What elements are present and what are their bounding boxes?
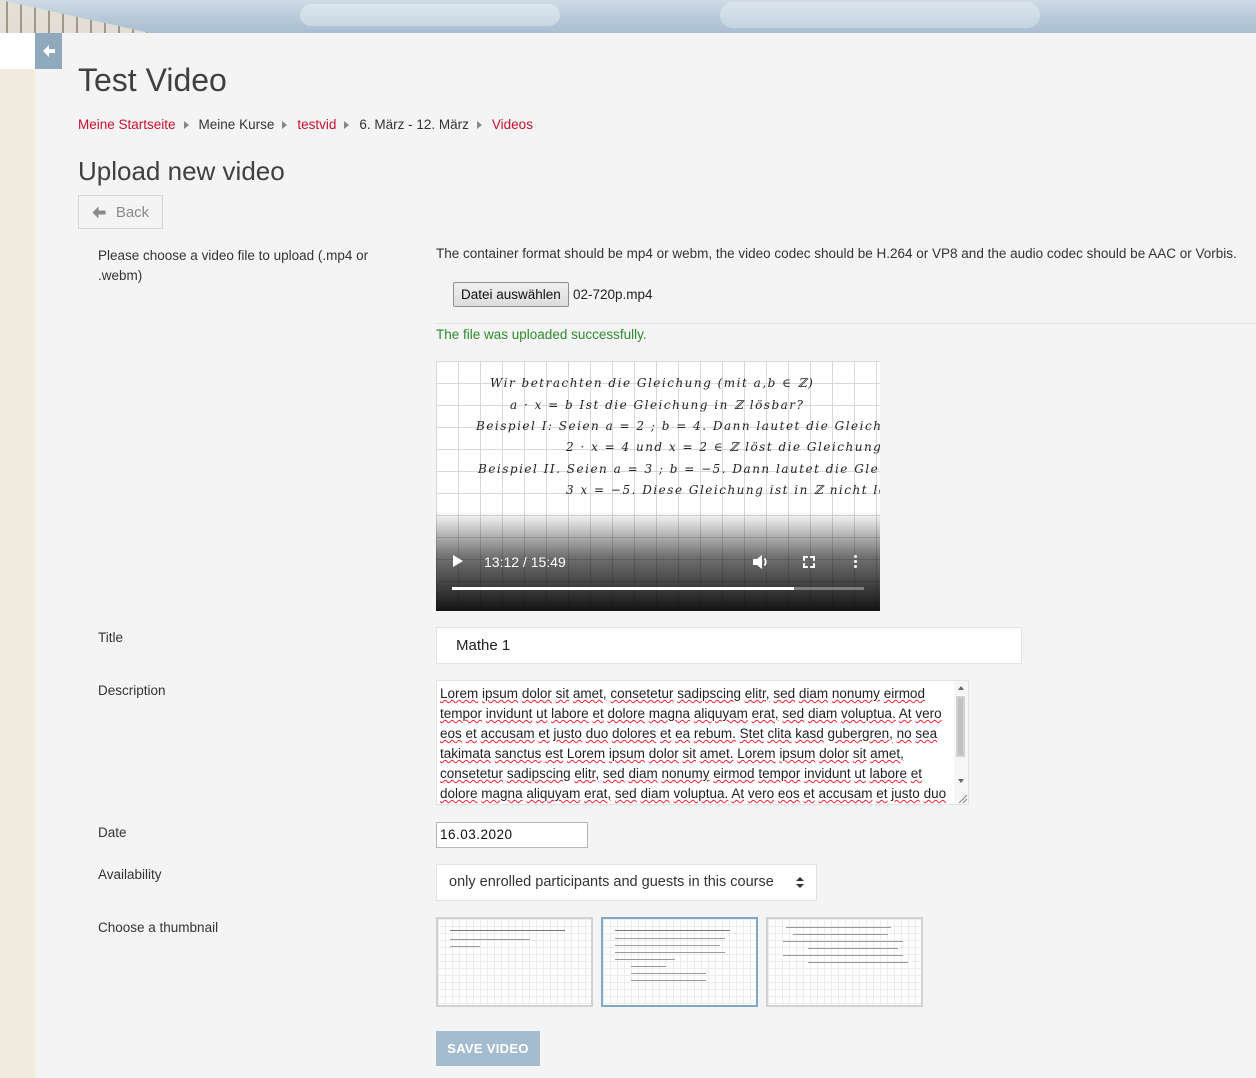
video-progress-fill <box>452 587 794 590</box>
availability-label: Availability <box>98 867 162 882</box>
breadcrumb-separator-icon <box>476 120 482 129</box>
more-options-icon[interactable] <box>854 555 857 570</box>
scroll-down-icon[interactable] <box>958 779 964 783</box>
section-title: Upload new video <box>78 156 285 186</box>
banner-building-image <box>0 0 150 33</box>
video-text-line: 2 · x = 4 und x = 2 ∈ ℤ löst die Gleichu… <box>566 440 880 454</box>
description-textarea[interactable]: Lorem ipsum dolor sit amet, consetetur s… <box>436 680 969 805</box>
sidebar-collapse-button[interactable] <box>35 33 62 69</box>
breadcrumb-separator-icon <box>282 120 288 129</box>
upload-label: Please choose a video file to upload (.m… <box>98 248 369 283</box>
upload-hint: The container format should be mp4 or we… <box>436 246 1237 261</box>
video-frame-content: Wir betrachten die Gleichung (mit a,b ∈ … <box>436 361 880 511</box>
video-text-line: Beispiel II. Seien a = 3 ; b = −5. Dann … <box>478 462 880 476</box>
video-time: 13:12 / 15:49 <box>484 554 566 570</box>
header-banner <box>0 0 1256 33</box>
banner-cloud <box>720 2 1040 28</box>
video-text-line: Wir betrachten die Gleichung (mit a,b ∈ … <box>490 376 815 390</box>
availability-selected-value: only enrolled participants and guests in… <box>449 874 774 890</box>
video-text-line: a · x = b Ist die Gleichung in ℤ lösbar? <box>510 398 805 412</box>
volume-icon[interactable] <box>752 554 770 574</box>
thumbnail-option-1[interactable] <box>436 917 593 1007</box>
breadcrumb-item-course[interactable]: testvid <box>297 117 336 132</box>
date-input[interactable]: 16.03.2020 <box>436 822 588 848</box>
thumbnail-option-2[interactable] <box>601 917 758 1007</box>
play-icon[interactable] <box>453 555 463 567</box>
description-scrollbar[interactable] <box>954 681 968 804</box>
page-title: Test Video <box>78 62 227 98</box>
thumbnail-label: Choose a thumbnail <box>98 920 219 935</box>
choose-file-button[interactable]: Datei auswählen <box>453 282 569 307</box>
video-text-line: 3 x = −5. Diese Gleichung ist in ℤ nicht… <box>566 483 880 497</box>
breadcrumb-item-videos[interactable]: Videos <box>492 117 533 132</box>
breadcrumb: Meine Startseite Meine Kurse testvid 6. … <box>78 117 533 132</box>
date-label: Date <box>98 825 127 840</box>
resize-grip-icon[interactable] <box>959 795 967 803</box>
breadcrumb-separator-icon <box>344 120 350 129</box>
thumbnail-option-3[interactable] <box>766 917 923 1007</box>
video-player[interactable]: Wir betrachten die Gleichung (mit a,b ∈ … <box>436 361 880 611</box>
upload-success-message: The file was uploaded successfully. <box>436 327 647 342</box>
title-label: Title <box>98 630 124 645</box>
video-text-line: Beispiel I: Seien a = 2 ; b = 4. Dann la… <box>476 419 880 433</box>
banner-cloud <box>300 4 560 26</box>
scroll-up-icon[interactable] <box>958 686 964 690</box>
breadcrumb-item-courses: Meine Kurse <box>198 117 275 132</box>
description-label: Description <box>98 683 166 698</box>
sidebar-toggle-area <box>0 33 35 69</box>
video-progress-bar[interactable] <box>452 587 864 590</box>
left-rail <box>0 69 35 1078</box>
breadcrumb-separator-icon <box>183 120 189 129</box>
arrow-left-icon <box>42 45 55 57</box>
arrow-left-icon <box>92 206 106 218</box>
breadcrumb-item-home[interactable]: Meine Startseite <box>78 117 176 132</box>
save-video-button[interactable]: SAVE VIDEO <box>436 1031 540 1066</box>
availability-select[interactable]: only enrolled participants and guests in… <box>436 864 817 901</box>
file-upload-field: Datei auswählen 02-720p.mp4 <box>436 272 1256 324</box>
breadcrumb-item-week: 6. März - 12. März <box>359 117 469 132</box>
description-text: Lorem ipsum dolor sit amet, consetetur s… <box>440 686 947 801</box>
selected-file-name: 02-720p.mp4 <box>573 287 653 302</box>
select-arrows-icon <box>796 877 804 888</box>
back-button[interactable]: Back <box>78 195 163 229</box>
back-button-label: Back <box>115 203 150 221</box>
scrollbar-thumb[interactable] <box>956 696 965 757</box>
title-input[interactable]: Mathe 1 <box>436 627 1022 664</box>
